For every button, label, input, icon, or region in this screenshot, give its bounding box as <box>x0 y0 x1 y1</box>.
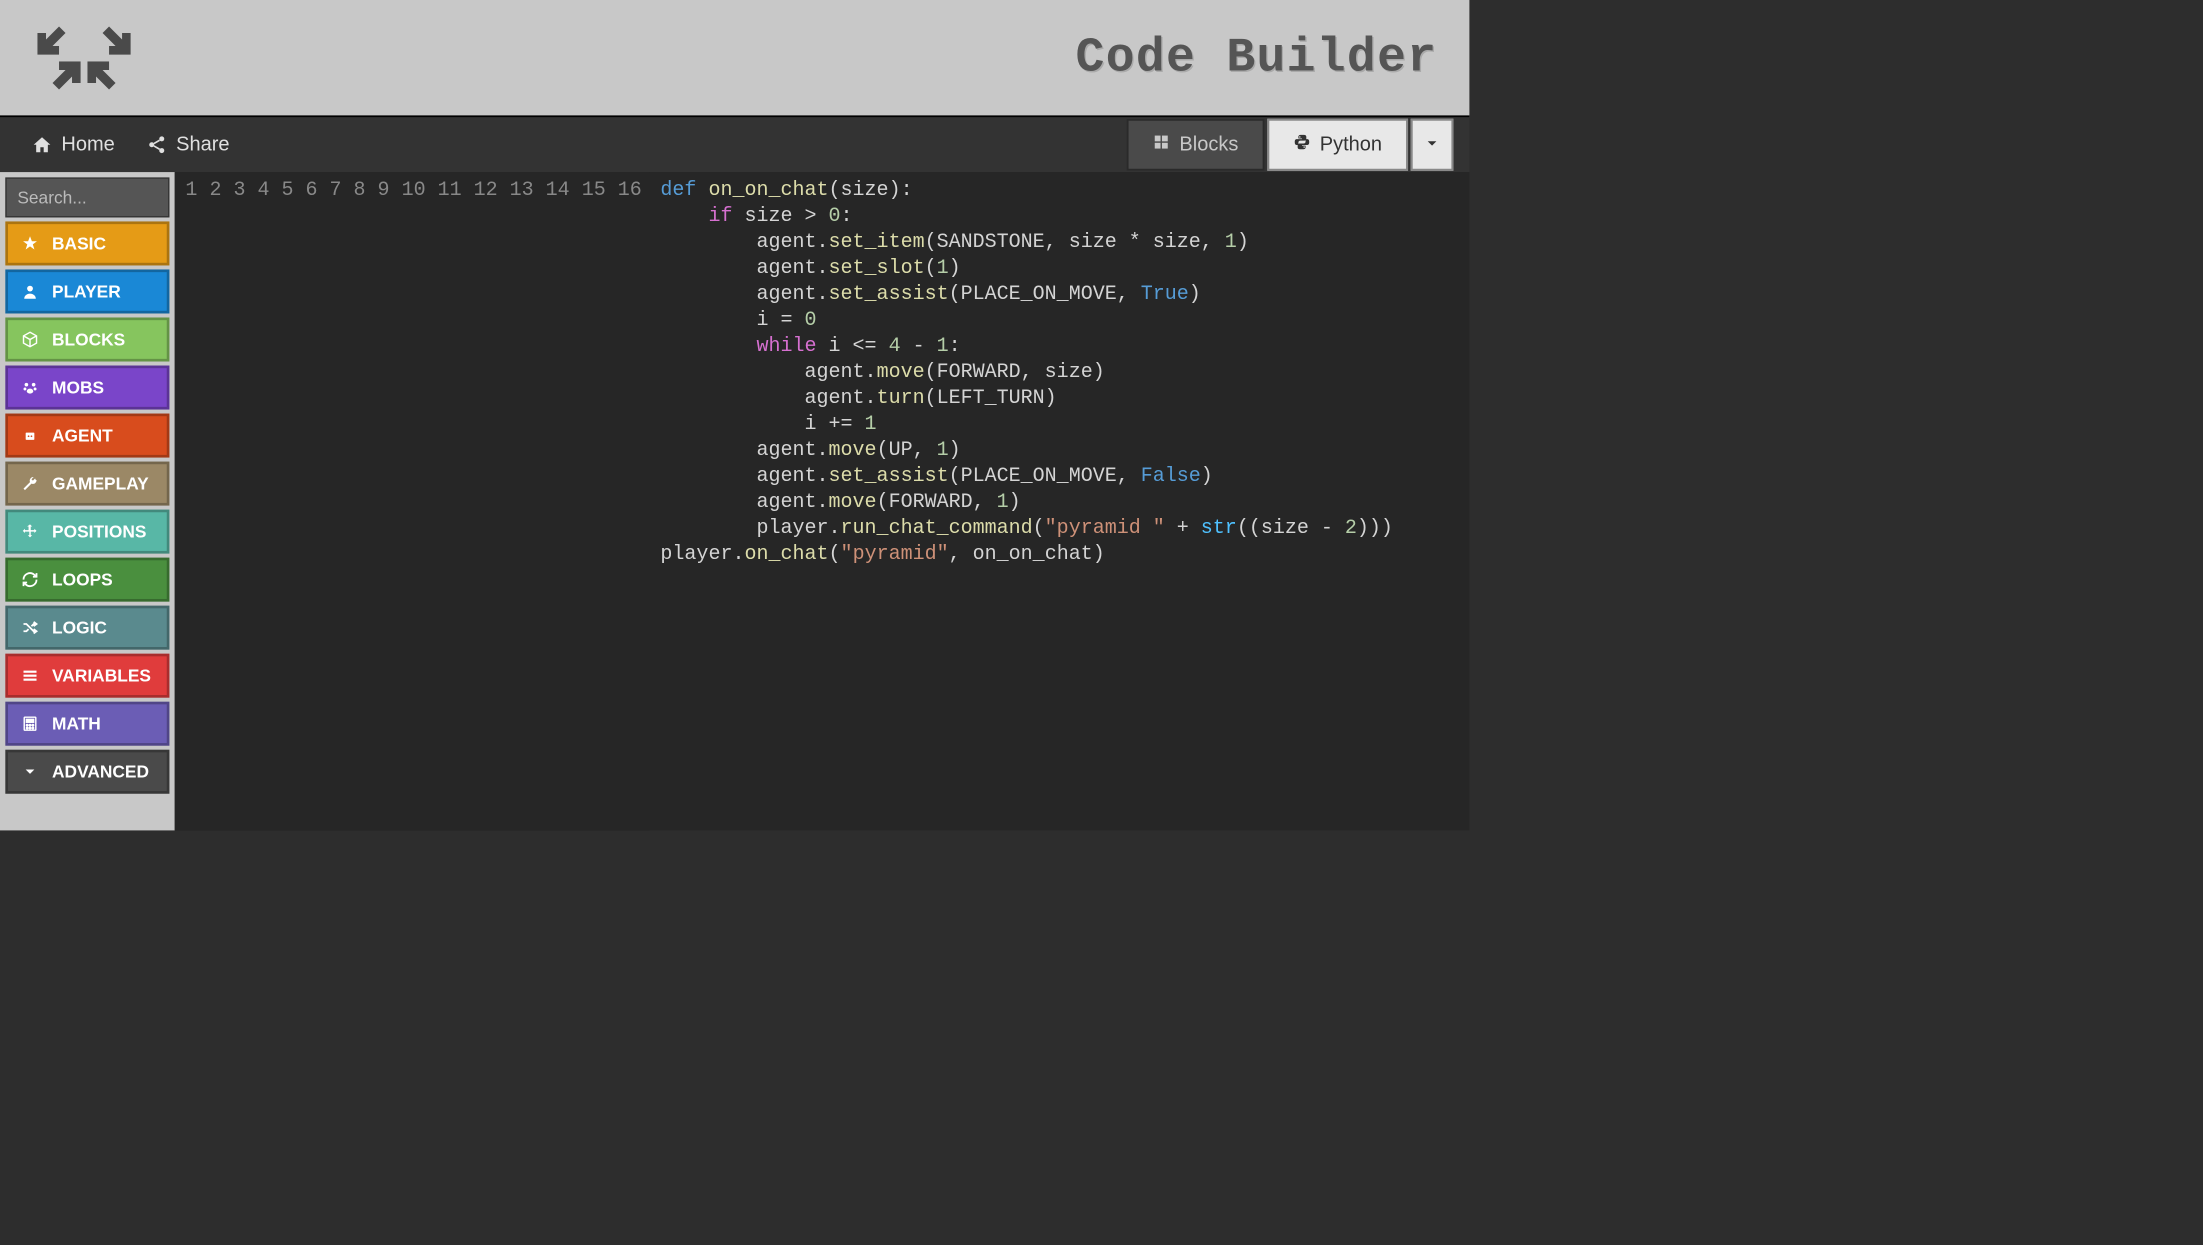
share-label: Share <box>176 133 229 156</box>
search-row <box>5 177 169 217</box>
move-icon <box>20 523 40 540</box>
share-icon <box>147 135 167 155</box>
robot-icon <box>20 427 40 444</box>
chevron-icon <box>20 763 40 780</box>
code-area[interactable]: def on_on_chat(size): if size > 0: agent… <box>650 172 1470 830</box>
tab-python[interactable]: Python <box>1267 119 1408 171</box>
chevron-down-icon <box>1423 134 1440 155</box>
cube-icon <box>20 331 40 348</box>
category-positions[interactable]: POSITIONS <box>5 510 169 554</box>
home-button[interactable]: Home <box>16 133 131 156</box>
wrench-icon <box>20 475 40 492</box>
calc-icon <box>20 715 40 732</box>
python-icon <box>1293 133 1310 156</box>
share-button[interactable]: Share <box>131 133 246 156</box>
menu-bar: Home Share Blocks Python <box>0 117 1469 172</box>
category-label: GAMEPLAY <box>52 473 149 494</box>
minimize-icon[interactable] <box>37 11 130 104</box>
category-label: LOOPS <box>52 569 113 590</box>
category-agent[interactable]: AGENT <box>5 414 169 458</box>
category-sidebar: BASIC PLAYER BLOCKS MOBS AGENT GAMEPLAY POSITI… <box>0 172 175 830</box>
category-label: BLOCKS <box>52 329 125 350</box>
line-gutter: 1 2 3 4 5 6 7 8 9 10 11 12 13 14 15 16 <box>175 172 650 830</box>
tab-python-label: Python <box>1320 133 1382 156</box>
category-label: PLAYER <box>52 281 121 302</box>
user-icon <box>20 283 40 300</box>
tab-blocks-label: Blocks <box>1179 133 1238 156</box>
category-label: BASIC <box>52 233 106 254</box>
title-bar: Code Builder <box>0 0 1469 117</box>
category-label: LOGIC <box>52 617 107 638</box>
home-icon <box>32 135 52 155</box>
language-dropdown[interactable] <box>1411 119 1454 171</box>
category-label: MOBS <box>52 377 104 398</box>
category-blocks[interactable]: BLOCKS <box>5 317 169 361</box>
category-basic[interactable]: BASIC <box>5 221 169 265</box>
category-logic[interactable]: LOGIC <box>5 606 169 650</box>
blocks-icon <box>1153 133 1170 156</box>
shuffle-icon <box>20 619 40 636</box>
category-label: POSITIONS <box>52 521 146 542</box>
category-math[interactable]: MATH <box>5 702 169 746</box>
category-mobs[interactable]: MOBS <box>5 366 169 410</box>
category-label: MATH <box>52 713 101 734</box>
menu-icon <box>20 667 40 684</box>
category-loops[interactable]: LOOPS <box>5 558 169 602</box>
category-label: ADVANCED <box>52 761 149 782</box>
category-label: AGENT <box>52 425 113 446</box>
category-player[interactable]: PLAYER <box>5 269 169 313</box>
category-label: VARIABLES <box>52 665 151 686</box>
category-gameplay[interactable]: GAMEPLAY <box>5 462 169 506</box>
code-editor[interactable]: 1 2 3 4 5 6 7 8 9 10 11 12 13 14 15 16 d… <box>175 172 1470 830</box>
tab-blocks[interactable]: Blocks <box>1127 119 1265 171</box>
paw-icon <box>20 379 40 396</box>
refresh-icon <box>20 571 40 588</box>
category-advanced[interactable]: ADVANCED <box>5 750 169 794</box>
category-variables[interactable]: VARIABLES <box>5 654 169 698</box>
home-label: Home <box>61 133 114 156</box>
app-title: Code Builder <box>1076 30 1438 85</box>
star-icon <box>20 235 40 252</box>
